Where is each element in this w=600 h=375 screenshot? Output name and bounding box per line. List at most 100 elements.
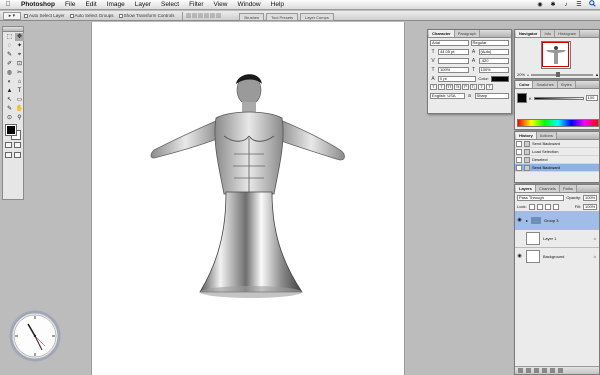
antialias-select[interactable]: Sharp [474,92,509,99]
document-canvas[interactable] [92,22,404,375]
font-family-select[interactable]: Arial [430,39,469,46]
lock-image-icon[interactable] [536,203,543,210]
font-size-field[interactable]: 44.05 pt [438,48,469,55]
align-left-icon[interactable] [204,13,210,18]
tab-tool-presets[interactable]: Tool Presets [266,12,299,21]
zoom-in-icon[interactable]: ▲ [595,72,599,77]
dodge-tool-icon[interactable]: ▲ [5,87,14,95]
zoom-value[interactable]: 20% [517,72,525,77]
tab-histogram[interactable]: Histogram [555,30,581,37]
add-mask-icon[interactable] [534,368,539,373]
history-brush-source-box[interactable] [516,164,522,171]
volume-icon[interactable]: ♪ [562,2,570,8]
tab-styles[interactable]: Styles [557,81,576,88]
layer-row[interactable]: Layer 1 ⌂ [515,229,599,247]
tab-channels[interactable]: Channels [535,185,560,192]
menu-help[interactable]: Help [266,1,289,8]
shape-tool-icon[interactable]: ▭ [15,96,24,104]
superscript-button[interactable]: T¹ [462,84,469,90]
menu-view[interactable]: View [209,1,233,8]
status-icon[interactable]: ◉ [536,1,544,8]
bluetooth-icon[interactable]: ✱ [549,1,557,8]
tab-color[interactable]: Color [516,81,534,88]
history-item[interactable]: Send Backward [515,140,599,148]
visibility-eye-icon[interactable] [516,235,523,242]
strikethrough-button[interactable]: T [486,84,493,90]
tool-preset-picker[interactable]: ▸ ▾ [3,11,21,20]
tab-info[interactable]: Info [541,30,556,37]
menu-image[interactable]: Image [102,1,130,8]
menu-file[interactable]: File [60,1,80,8]
marquee-tool-icon[interactable]: ⬚ [5,33,14,41]
screen-mode-standard-icon[interactable] [5,152,12,158]
eraser-tool-icon[interactable]: ◐ [5,78,14,86]
tab-swatches[interactable]: Swatches [533,81,558,88]
magic-wand-tool-icon[interactable]: ✦ [15,42,24,50]
standard-mode-icon[interactable] [5,142,12,148]
delete-layer-icon[interactable] [558,368,563,373]
zoom-slider[interactable] [531,71,594,77]
crop-tool-icon[interactable]: ✎ [5,51,14,59]
slice-tool-icon[interactable]: ⌖ [15,51,24,59]
text-color-swatch[interactable] [491,75,509,82]
color-preview-swatch[interactable] [517,93,527,103]
screen-mode-full-icon[interactable] [14,152,21,158]
underline-button[interactable]: T [478,84,485,90]
tab-character[interactable]: Character [429,30,455,37]
tab-layers[interactable]: Layers [516,185,536,192]
zoom-tool-icon[interactable]: ⚲ [15,114,24,122]
history-item[interactable]: Deselect [515,156,599,164]
menu-edit[interactable]: Edit [80,1,101,8]
brush-tool-icon[interactable]: ⊡ [15,60,24,68]
tab-history[interactable]: History [516,132,537,139]
align-middle-icon[interactable] [192,13,198,18]
auto-select-groups-checkbox[interactable]: Auto Select Groups [69,13,114,18]
gradient-tool-icon[interactable]: ⌂ [15,78,24,86]
subscript-button[interactable]: T₁ [470,84,477,90]
vertical-scale-field[interactable]: 100% [438,66,469,73]
baseline-shift-field[interactable]: 0 pt [438,75,477,82]
visibility-eye-icon[interactable]: ◉ [516,253,523,260]
layer-style-icon[interactable] [526,368,531,373]
eyedropper-tool-icon[interactable]: ⊙ [5,114,14,122]
align-top-icon[interactable] [186,13,192,18]
healing-tool-icon[interactable]: ✐ [5,60,14,68]
align-bottom-icon[interactable] [198,13,204,18]
type-tool-icon[interactable]: T [15,87,24,95]
leading-field[interactable]: (Auto) [478,48,509,55]
quick-mask-icon[interactable] [14,142,21,148]
menu-filter[interactable]: Filter [184,1,208,8]
small-caps-button[interactable]: Tt [454,84,461,90]
language-select[interactable]: English: USA [430,92,465,99]
notes-tool-icon[interactable]: ✎ [5,105,14,113]
apple-menu-icon[interactable]:  [0,1,16,8]
move-tool-icon[interactable]: ✥ [15,33,24,41]
kerning-field[interactable] [438,57,469,64]
link-layers-icon[interactable] [518,368,523,373]
fill-field[interactable]: 100% [583,203,597,210]
tab-navigator[interactable]: Navigator [516,30,542,37]
tab-paths[interactable]: Paths [559,185,578,192]
horizontal-scale-field[interactable]: 100% [478,66,509,73]
faux-italic-button[interactable]: T [438,84,445,90]
new-layer-icon[interactable] [550,368,555,373]
black-slider[interactable] [533,96,584,100]
visibility-eye-icon[interactable]: ◉ [516,217,523,224]
menu-window[interactable]: Window [233,1,266,8]
layer-row-background[interactable]: ◉ Background ⌂ [515,247,599,265]
navigator-view-box[interactable] [542,42,569,67]
tracking-field[interactable]: -420 [478,57,509,64]
tab-brushes[interactable]: Brushes [239,12,265,21]
history-brush-source-box[interactable] [516,156,522,163]
layer-row-group[interactable]: ◉ ▸ Group 3 [515,211,599,229]
align-right-icon[interactable] [216,13,222,18]
blend-mode-select[interactable]: Pass Through [517,194,565,201]
lock-position-icon[interactable] [544,203,551,210]
spotlight-icon[interactable] [588,0,596,9]
new-group-icon[interactable] [542,368,547,373]
faux-bold-button[interactable]: T [430,84,437,90]
history-item[interactable]: Load Selection [515,148,599,156]
opacity-field[interactable]: 100% [583,194,597,201]
flag-icon[interactable]: ☰ [575,1,583,8]
history-item-selected[interactable]: Send Backward [515,164,599,172]
